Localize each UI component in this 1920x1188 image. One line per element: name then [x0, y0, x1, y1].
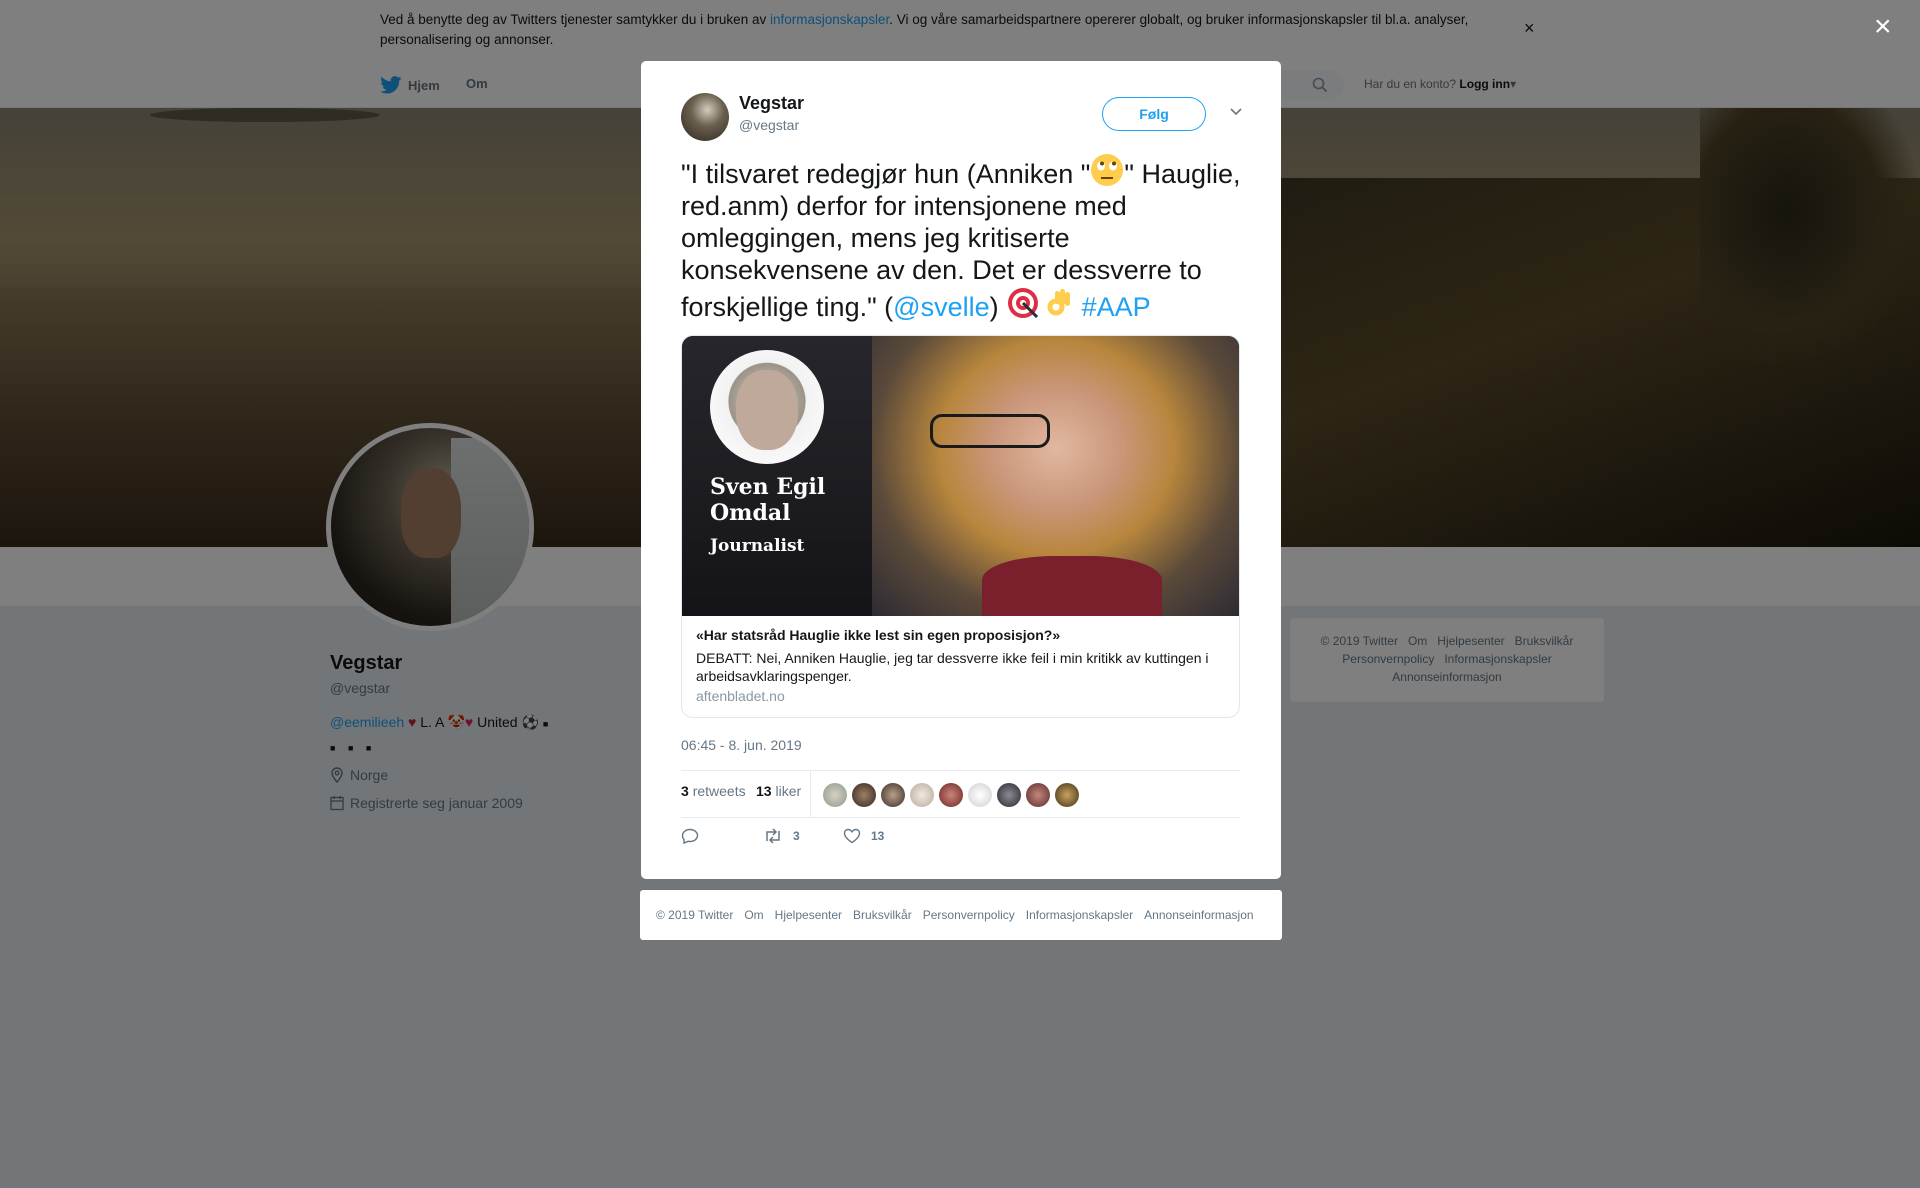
retweets-count: 3	[681, 783, 689, 799]
liker-avatar[interactable]	[823, 783, 847, 807]
tweet-mention[interactable]: @svelle	[893, 292, 989, 322]
footer-link[interactable]: Om	[744, 908, 763, 922]
retweet-button[interactable]: 3	[763, 828, 800, 844]
tweet-actions: 3 13	[681, 828, 1240, 858]
liker-avatar[interactable]	[852, 783, 876, 807]
chevron-down-icon[interactable]	[1229, 107, 1243, 117]
footer-link[interactable]: Annonseinformasjon	[1144, 908, 1253, 922]
heart-icon	[843, 828, 861, 844]
retweets-label: retweets	[692, 783, 746, 799]
modal-footer: © 2019 Twitter Om Hjelpesenter Bruksvilk…	[640, 890, 1282, 940]
footer-link[interactable]: Informasjonskapsler	[1026, 908, 1133, 922]
tweet-text: "I tilsvaret redegjør hun (Anniken " " Ha…	[681, 153, 1251, 323]
tweet-author-avatar[interactable]	[681, 93, 729, 141]
tweet-stats: 3 retweets 13 liker	[681, 770, 1240, 818]
footer-link[interactable]: Bruksvilkår	[853, 908, 912, 922]
tweet-author-handle[interactable]: @vegstar	[739, 117, 799, 133]
liker-avatar[interactable]	[1055, 783, 1079, 807]
ok-hand-emoji	[1047, 289, 1071, 316]
stats-divider	[810, 771, 811, 818]
footer-link[interactable]: Hjelpesenter	[775, 908, 842, 922]
like-count: 13	[871, 829, 885, 843]
liker-avatar[interactable]	[968, 783, 992, 807]
tweet-text-3: )	[989, 292, 1007, 322]
follow-button[interactable]: Følg	[1102, 97, 1206, 131]
reply-icon	[681, 828, 699, 844]
tweet-timestamp[interactable]: 06:45 - 8. jun. 2019	[681, 737, 802, 753]
retweet-count: 3	[793, 829, 800, 843]
card-image: Sven Egil Omdal Journalist	[682, 336, 1239, 616]
likes-count: 13	[756, 783, 772, 799]
card-image-author-name: Sven Egil Omdal	[710, 474, 826, 526]
close-icon[interactable]: ×	[1874, 12, 1892, 42]
tweet-hashtag[interactable]: #AAP	[1082, 292, 1151, 322]
retweets-stat[interactable]: 3 retweets	[681, 783, 746, 799]
liker-avatar[interactable]	[939, 783, 963, 807]
card-image-glasses	[930, 414, 1050, 448]
card-image-author-photo	[710, 350, 824, 464]
footer-link[interactable]: © 2019 Twitter	[656, 908, 733, 922]
footer-link[interactable]: Personvernpolicy	[923, 908, 1015, 922]
retweet-icon	[766, 828, 780, 844]
card-description: DEBATT: Nei, Anniken Hauglie, jeg tar de…	[696, 650, 1209, 684]
card-title: «Har statsråd Hauglie ikke lest sin egen…	[696, 627, 1061, 643]
target-emoji	[1008, 288, 1039, 319]
liker-avatar[interactable]	[997, 783, 1021, 807]
link-card[interactable]: Sven Egil Omdal Journalist «Har statsråd…	[681, 335, 1240, 718]
likes-stat[interactable]: 13 liker	[756, 783, 801, 799]
card-domain: aftenbladet.no	[696, 688, 785, 704]
card-image-author-role: Journalist	[710, 536, 805, 556]
card-image-portrait	[872, 336, 1239, 616]
liker-avatar[interactable]	[1026, 783, 1050, 807]
tweet-text-1: "I tilsvaret redegjør hun (Anniken "	[681, 159, 1091, 189]
liker-avatar[interactable]	[881, 783, 905, 807]
reply-button[interactable]	[681, 828, 699, 844]
tweet-modal: Vegstar @vegstar Følg "I tilsvaret redeg…	[641, 61, 1281, 879]
tweet-author-name[interactable]: Vegstar	[739, 93, 804, 114]
rolling-eyes-emoji	[1091, 154, 1124, 186]
likes-label: liker	[775, 783, 802, 799]
like-button[interactable]: 13	[843, 828, 884, 844]
liker-avatar[interactable]	[910, 783, 934, 807]
